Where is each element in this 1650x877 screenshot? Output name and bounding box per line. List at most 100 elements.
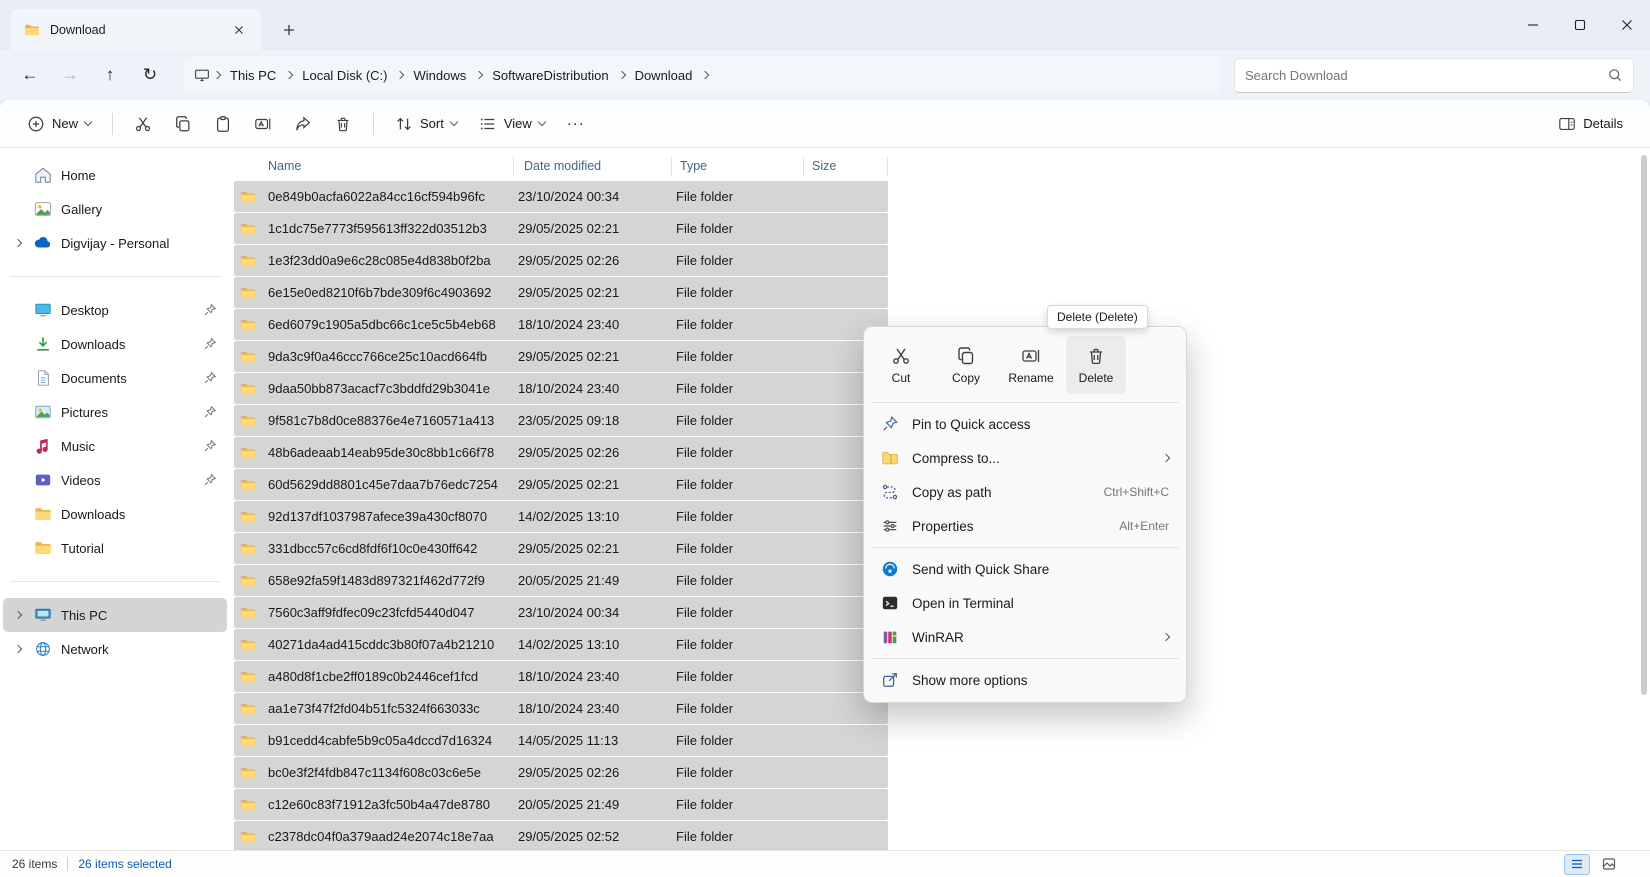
file-name: 658e92fa59f1483d897321f462d772f9 <box>268 573 518 588</box>
file-row[interactable]: c12e60c83f71912a3fc50b4a47de8780 20/05/2… <box>234 789 888 820</box>
column-header-name[interactable]: Name <box>234 156 514 176</box>
file-row[interactable]: 1e3f23dd0a9e6c28c085e4d838b0f2ba 29/05/2… <box>234 245 888 276</box>
minimize-button[interactable] <box>1509 0 1556 50</box>
file-row[interactable]: a480d8f1cbe2ff0189c0b2446cef1fcd 18/10/2… <box>234 661 888 692</box>
details-pane-button[interactable]: Details <box>1549 106 1632 142</box>
sidebar-item-home[interactable]: Home <box>3 158 227 192</box>
videos-icon <box>34 471 52 489</box>
vertical-scrollbar[interactable] <box>1641 155 1647 847</box>
explorer-tab[interactable]: Download <box>10 9 262 50</box>
rename-button[interactable] <box>245 106 281 142</box>
search-input[interactable] <box>1245 68 1607 83</box>
sidebar-item-videos[interactable]: Videos <box>3 463 227 497</box>
file-name: 1e3f23dd0a9e6c28c085e4d838b0f2ba <box>268 253 518 268</box>
menu-item-show-more-options[interactable]: Show more options <box>869 663 1181 697</box>
pin-icon <box>203 371 217 385</box>
breadcrumb-windows[interactable]: Windows <box>407 63 472 88</box>
file-row[interactable]: c2378dc04f0a379aad24e2074c18e7aa 29/05/2… <box>234 821 888 850</box>
back-button[interactable]: ← <box>10 57 50 93</box>
menu-item-open-in-terminal[interactable]: Open in Terminal <box>869 586 1181 620</box>
share-button[interactable] <box>285 106 321 142</box>
column-header-type[interactable]: Type <box>672 156 804 176</box>
folder-icon <box>24 22 40 38</box>
file-date-modified: 29/05/2025 02:21 <box>518 285 676 300</box>
pin-icon <box>203 337 217 351</box>
file-row[interactable]: aa1e73f47f2fd04b51fc5324f663033c 18/10/2… <box>234 693 888 724</box>
sidebar-item-gallery[interactable]: Gallery <box>3 192 227 226</box>
new-button[interactable]: New <box>18 106 100 142</box>
file-row[interactable]: 6ed6079c1905a5dbc66c1ce5c5b4eb68 18/10/2… <box>234 309 888 340</box>
thumbnail-view-toggle[interactable] <box>1596 854 1622 875</box>
menu-item-winrar[interactable]: WinRAR <box>869 620 1181 654</box>
context-rename-button[interactable]: Rename <box>1001 336 1061 394</box>
file-row[interactable]: 0e849b0acfa6022a84cc16cf594b96fc 23/10/2… <box>234 181 888 212</box>
up-button[interactable]: ↑ <box>90 57 130 93</box>
ellipsis-icon: ··· <box>567 115 585 132</box>
file-row[interactable]: 1c1dc75e7773f595613ff322d03512b3 29/05/2… <box>234 213 888 244</box>
details-view-toggle[interactable] <box>1564 854 1590 875</box>
sidebar-item-this-pc[interactable]: This PC <box>3 598 227 632</box>
sidebar-item-pictures[interactable]: Pictures <box>3 395 227 429</box>
breadcrumb-local-disk-c[interactable]: Local Disk (C:) <box>296 63 393 88</box>
breadcrumb-softwaredistribution[interactable]: SoftwareDistribution <box>486 63 614 88</box>
file-row[interactable]: bc0e3f2f4fdb847c1134f608c03c6e5e 29/05/2… <box>234 757 888 788</box>
more-options-button[interactable]: ··· <box>558 106 594 142</box>
sidebar-item-documents[interactable]: Documents <box>3 361 227 395</box>
menu-item-copy-as-path[interactable]: Copy as path Ctrl+Shift+C <box>869 475 1181 509</box>
breadcrumb-this-pc[interactable]: This PC <box>224 63 282 88</box>
cut-button[interactable] <box>125 106 161 142</box>
file-date-modified: 20/05/2025 21:49 <box>518 797 676 812</box>
file-row[interactable]: 7560c3aff9fdfec09c23fcfd5440d047 23/10/2… <box>234 597 888 628</box>
context-delete-button[interactable]: Delete <box>1066 336 1126 394</box>
expand-chevron-icon[interactable] <box>14 611 22 619</box>
file-row[interactable]: 9da3c9f0a46ccc766ce25c10acd664fb 29/05/2… <box>234 341 888 372</box>
menu-item-compress-to[interactable]: Compress to... <box>869 441 1181 475</box>
menu-item-properties[interactable]: Properties Alt+Enter <box>869 509 1181 543</box>
search-box[interactable] <box>1234 58 1634 93</box>
scrollbar-thumb[interactable] <box>1641 155 1647 695</box>
new-tab-button[interactable] <box>274 16 304 44</box>
menu-item-send-with-quick-share[interactable]: Send with Quick Share <box>869 552 1181 586</box>
view-button[interactable]: View <box>470 106 554 142</box>
menu-item-pin-to-quick-access[interactable]: Pin to Quick access <box>869 407 1181 441</box>
paste-button[interactable] <box>205 106 241 142</box>
file-row[interactable]: 60d5629dd8801c45e7daa7b76edc7254 29/05/2… <box>234 469 888 500</box>
forward-button[interactable]: → <box>50 57 90 93</box>
sidebar-item-onedrive-personal[interactable]: Digvijay - Personal <box>3 226 227 260</box>
sidebar-item-desktop[interactable]: Desktop <box>3 293 227 327</box>
delete-button[interactable] <box>325 106 361 142</box>
file-row[interactable]: 9f581c7b8d0ce88376e4e7160571a413 23/05/2… <box>234 405 888 436</box>
sidebar-item-music[interactable]: Music <box>3 429 227 463</box>
column-header-date-modified[interactable]: Date modified <box>514 156 672 176</box>
file-name: 0e849b0acfa6022a84cc16cf594b96fc <box>268 189 518 204</box>
expand-chevron-icon[interactable] <box>14 645 22 653</box>
file-row[interactable]: b91cedd4cabfe5b9c05a4dccd7d16324 14/05/2… <box>234 725 888 756</box>
close-tab-button[interactable] <box>226 17 252 43</box>
sidebar-item-downloads-folder[interactable]: Downloads <box>3 497 227 531</box>
file-row[interactable]: 6e15e0ed8210f6b7bde309f6c4903692 29/05/2… <box>234 277 888 308</box>
view-icon <box>479 115 497 133</box>
sidebar-item-downloads-pinned[interactable]: Downloads <box>3 327 227 361</box>
breadcrumb-download[interactable]: Download <box>629 63 699 88</box>
sidebar-item-tutorial[interactable]: Tutorial <box>3 531 227 565</box>
file-row[interactable]: 40271da4ad415cddc3b80f07a4b21210 14/02/2… <box>234 629 888 660</box>
close-window-button[interactable] <box>1603 0 1650 50</box>
folder-icon <box>240 669 260 685</box>
sidebar-item-network[interactable]: Network <box>3 632 227 666</box>
maximize-button[interactable] <box>1556 0 1603 50</box>
sort-button[interactable]: Sort <box>386 106 466 142</box>
file-row[interactable]: 48b6adeaab14eab95de30c8bb1c66f78 29/05/2… <box>234 437 888 468</box>
copy-button[interactable] <box>165 106 201 142</box>
file-row[interactable]: 331dbcc57c6cd8fdf6f10c0e430ff642 29/05/2… <box>234 533 888 564</box>
rename-icon <box>1021 346 1041 366</box>
refresh-button[interactable]: ↻ <box>130 57 170 93</box>
file-type: File folder <box>676 413 808 428</box>
chevron-down-icon <box>84 118 92 126</box>
file-row[interactable]: 92d137df1037987afece39a430cf8070 14/02/2… <box>234 501 888 532</box>
file-row[interactable]: 9daa50bb873acacf7c3bddfd29b3041e 18/10/2… <box>234 373 888 404</box>
context-copy-button[interactable]: Copy <box>936 336 996 394</box>
context-cut-button[interactable]: Cut <box>871 336 931 394</box>
column-header-size[interactable]: Size <box>804 156 888 176</box>
expand-chevron-icon[interactable] <box>14 239 22 247</box>
file-row[interactable]: 658e92fa59f1483d897321f462d772f9 20/05/2… <box>234 565 888 596</box>
